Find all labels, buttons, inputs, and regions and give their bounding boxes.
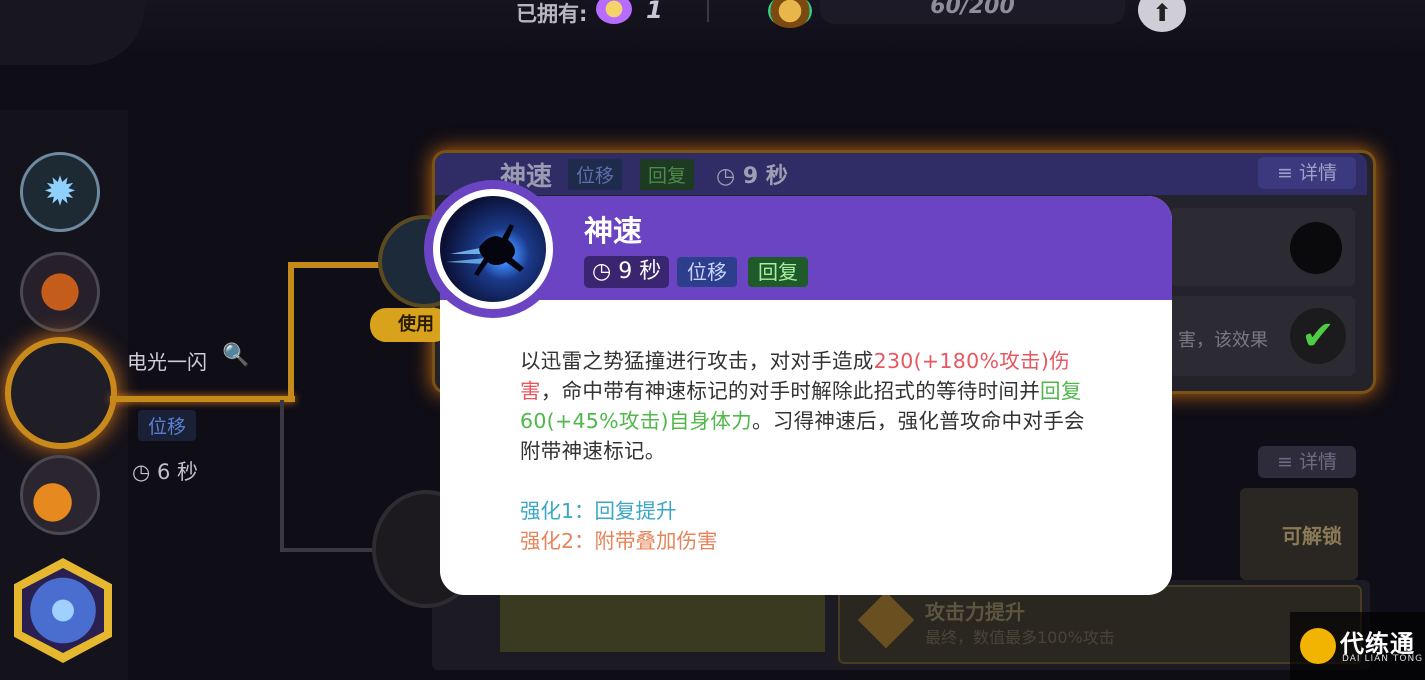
tree-line bbox=[288, 262, 388, 268]
tooltip-title: 神速 bbox=[584, 214, 643, 248]
owned-count: 1 bbox=[646, 0, 663, 24]
skill-preview-image bbox=[500, 590, 825, 652]
detail-button[interactable]: ≡ 详情 bbox=[1258, 157, 1356, 189]
detail-button[interactable]: ≡ 详情 bbox=[1258, 446, 1356, 478]
move-name: 电光一闪 bbox=[127, 350, 207, 374]
radio-empty-icon[interactable] bbox=[1290, 222, 1342, 274]
panel-cooldown: ◷ 9 秒 bbox=[716, 164, 788, 189]
move-cooldown: ◷ 6 秒 bbox=[132, 460, 199, 484]
topbar-divider bbox=[707, 0, 709, 22]
upgrade-title: 攻击力提升 bbox=[925, 600, 1025, 624]
owned-label: 已拥有: bbox=[516, 2, 588, 26]
watermark-logo-icon bbox=[1300, 628, 1336, 664]
enhancement-1: 强化1：回复提升 bbox=[520, 499, 677, 523]
upgrade-desc: 最终，数值最多100%攻击 bbox=[925, 628, 1115, 647]
enhancement-2: 强化2：附带叠加伤害 bbox=[520, 529, 718, 553]
tooltip-tag-move: 位移 bbox=[677, 257, 737, 287]
tooltip-cooldown: ◷ 9 秒 bbox=[584, 256, 670, 288]
watermark-sub: DAI LIAN TONG bbox=[1342, 654, 1424, 664]
star-skill-icon[interactable] bbox=[20, 455, 100, 535]
checkmark-icon[interactable]: ✔ bbox=[1290, 308, 1346, 364]
tooltip-tag-heal: 回复 bbox=[748, 257, 808, 287]
move-tag: 位移 bbox=[138, 410, 197, 441]
gear-icon[interactable]: ✹ bbox=[20, 152, 100, 232]
use-label: 使用 bbox=[370, 308, 450, 342]
panel-tag-heal: 回复 bbox=[640, 159, 695, 190]
top-bar bbox=[0, 0, 1425, 52]
quick-attack-icon[interactable] bbox=[5, 337, 117, 449]
panel-tag-move: 位移 bbox=[568, 159, 623, 190]
unlock-label: 可解锁 bbox=[1282, 524, 1342, 548]
tree-line-locked bbox=[280, 548, 380, 552]
tree-line-locked bbox=[280, 400, 284, 550]
progress-text: 60/200 bbox=[930, 0, 1015, 19]
search-icon[interactable]: 🔍 bbox=[222, 343, 249, 368]
tooltip-description: 以迅雷之势猛撞进行攻击，对对手造成230(+180%攻击)伤害，命中带有神速标记… bbox=[520, 349, 1085, 463]
corner-logo bbox=[0, 0, 145, 65]
unlock-card[interactable]: 可解锁 bbox=[1240, 488, 1358, 580]
effect-text: 害，该效果 bbox=[1178, 330, 1268, 351]
extreme-speed-icon bbox=[440, 196, 546, 302]
tree-line bbox=[288, 262, 294, 402]
tree-line bbox=[110, 396, 295, 402]
fire-skill-icon[interactable] bbox=[20, 252, 100, 332]
